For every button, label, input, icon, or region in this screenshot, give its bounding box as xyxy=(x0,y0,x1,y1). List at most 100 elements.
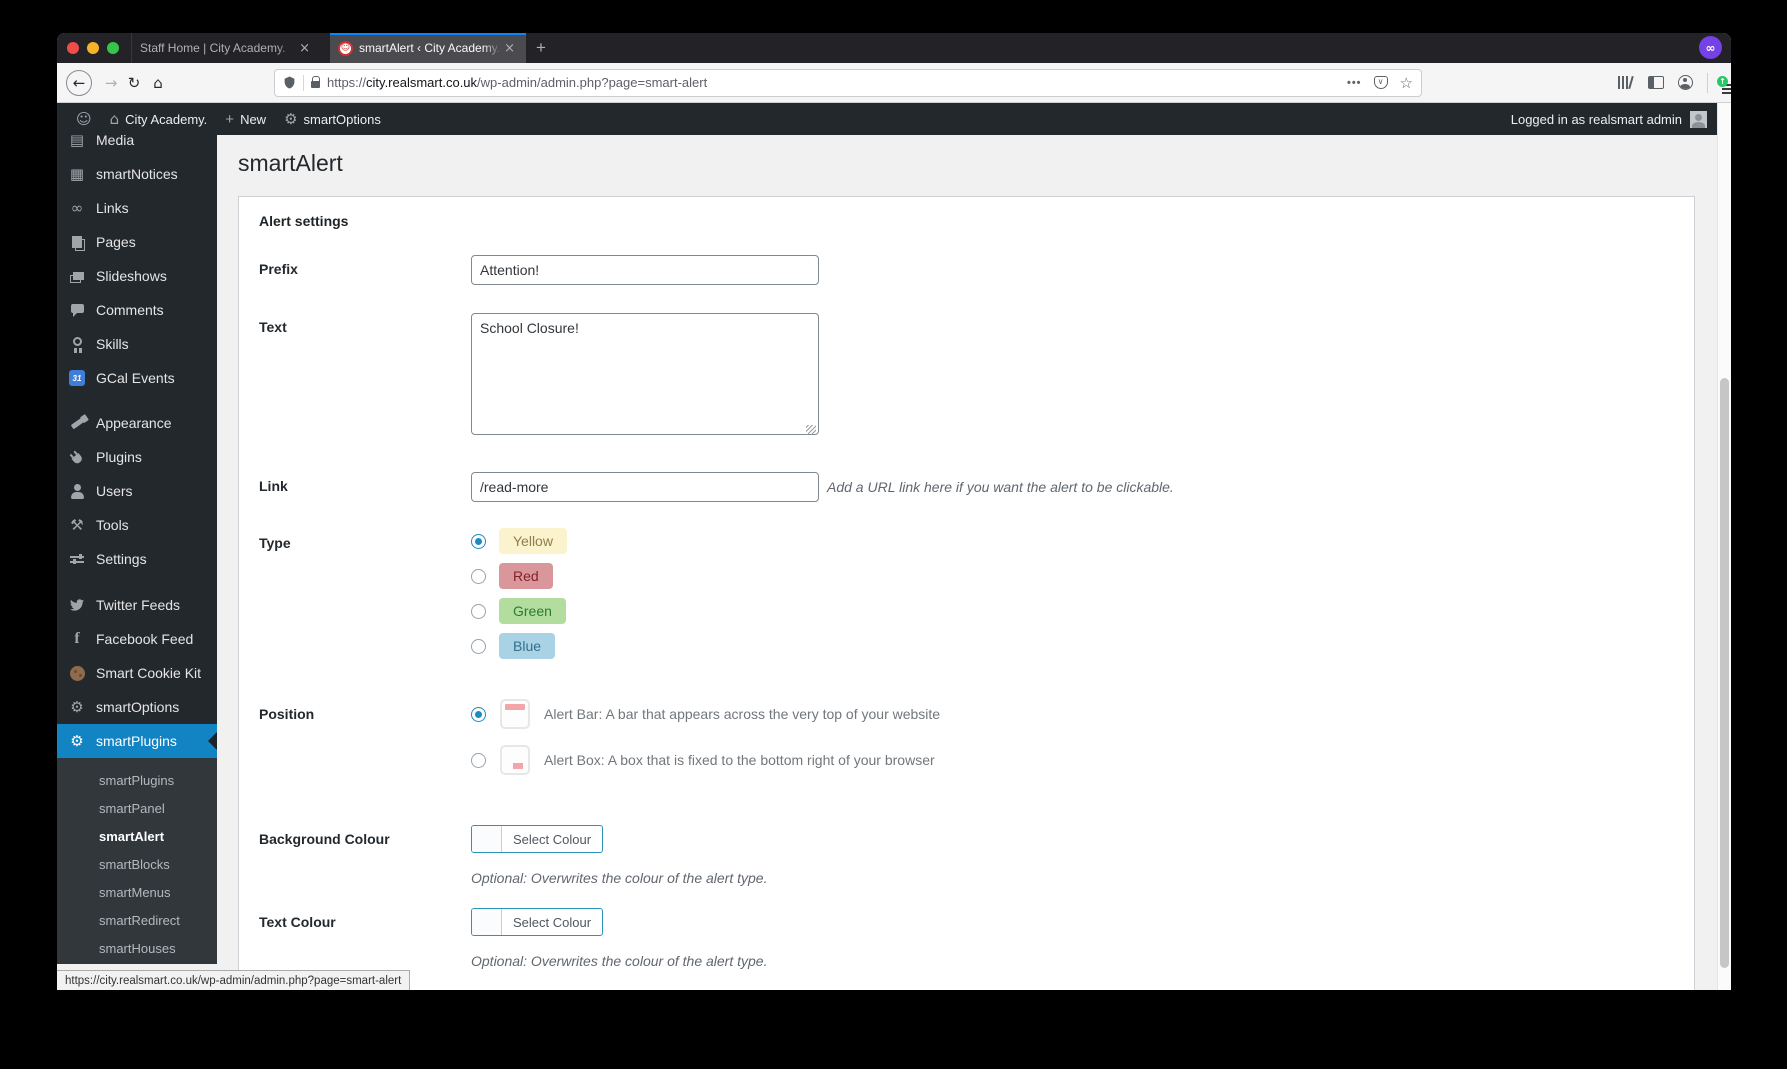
realsmart-favicon-icon: ☺ xyxy=(338,40,353,56)
sidebar-item-twitter-feeds[interactable]: Twitter Feeds xyxy=(57,588,217,622)
section-title: Alert settings xyxy=(259,213,349,229)
menu-separator xyxy=(57,576,217,588)
bookmark-star-icon[interactable]: ☆ xyxy=(1400,74,1413,92)
pages-icon xyxy=(67,232,87,252)
smartoptions-menu[interactable]: ⚙ smartOptions xyxy=(275,103,390,135)
type-badge-green[interactable]: Green xyxy=(499,598,566,624)
sidebar-item-smartplugins[interactable]: ⚙ smartPlugins xyxy=(57,724,217,758)
close-icon[interactable]: × xyxy=(296,41,313,56)
gear-icon: ⚙ xyxy=(284,110,298,128)
sidebar-item-smart-cookie-kit[interactable]: Smart Cookie Kit xyxy=(57,656,217,690)
sidebar-item-smartoptions[interactable]: ⚙ smartOptions xyxy=(57,690,217,724)
sidebar-item-plugins[interactable]: Plugins xyxy=(57,440,217,474)
tab-staff-home[interactable]: Staff Home | City Academy. × xyxy=(131,33,321,63)
alert-box-icon[interactable] xyxy=(500,745,530,775)
sidebar-item-appearance[interactable]: Appearance xyxy=(57,406,217,440)
radio-blue[interactable] xyxy=(471,638,486,654)
link-help-text: Add a URL link here if you want the aler… xyxy=(827,479,1174,495)
wp-admin-bar: ☺ ⌂ City Academy. + New ⚙ smartOptions L… xyxy=(57,103,1717,135)
link-input[interactable] xyxy=(471,472,819,502)
submenu-item-smartblocks[interactable]: smartBlocks xyxy=(57,850,217,878)
site-name-menu[interactable]: ⌂ City Academy. xyxy=(101,103,217,135)
grid-icon: ▦ xyxy=(69,165,85,183)
radio-alert-box[interactable] xyxy=(471,752,486,768)
twitter-bird-icon xyxy=(67,595,87,615)
home-button[interactable]: ⌂ xyxy=(146,74,170,92)
scrollbar[interactable] xyxy=(1717,103,1731,990)
plus-icon: + xyxy=(225,110,235,128)
pocket-icon[interactable]: ∨ xyxy=(1373,76,1388,89)
background-colour-row: Background Colour Select Colour Optional… xyxy=(259,825,1674,886)
sidebar-item-facebook-feed[interactable]: f Facebook Feed xyxy=(57,622,217,656)
cookie-icon xyxy=(67,663,87,683)
background-colour-label: Background Colour xyxy=(259,831,390,847)
radio-red[interactable] xyxy=(471,568,486,584)
wp-admin-sidebar: ▤ Media ▦ smartNotices ∞ Links Pages Slides… xyxy=(57,135,217,964)
text-colour-row: Text Colour Select Colour Optional: Over… xyxy=(259,908,1674,969)
sidebar-item-media[interactable]: ▤ Media xyxy=(57,135,217,157)
home-icon: ⌂ xyxy=(109,110,120,128)
scrollbar-thumb[interactable] xyxy=(1720,378,1729,968)
text-colour-select-button[interactable]: Select Colour xyxy=(471,908,604,936)
account-icon[interactable] xyxy=(1678,75,1693,90)
minimize-window-button[interactable] xyxy=(87,42,99,54)
plug-icon xyxy=(67,447,87,467)
radio-green[interactable] xyxy=(471,603,486,619)
type-badge-red[interactable]: Red xyxy=(499,563,553,589)
type-badge-blue[interactable]: Blue xyxy=(499,633,556,659)
sidebar-item-links[interactable]: ∞ Links xyxy=(57,191,217,225)
slideshow-icon xyxy=(67,266,87,286)
background-colour-select-button[interactable]: Select Colour xyxy=(471,825,604,853)
tracking-protection-shield-icon[interactable] xyxy=(283,75,296,90)
back-button[interactable]: ← xyxy=(66,69,92,96)
new-tab-button[interactable]: + xyxy=(526,33,556,63)
text-textarea[interactable] xyxy=(471,313,819,435)
library-icon[interactable] xyxy=(1617,76,1634,89)
sidebar-item-settings[interactable]: Settings xyxy=(57,542,217,576)
prefix-input[interactable] xyxy=(471,255,819,285)
sidebar-item-skills[interactable]: Skills xyxy=(57,327,217,361)
page-body: ▤ Media ▦ smartNotices ∞ Links Pages Slides… xyxy=(57,135,1717,990)
close-window-button[interactable] xyxy=(67,42,79,54)
close-icon[interactable]: × xyxy=(501,41,518,56)
type-option-green: Green xyxy=(471,598,567,624)
submenu-item-smartalert[interactable]: smartAlert xyxy=(57,822,217,850)
submenu-item-smartpanel[interactable]: smartPanel xyxy=(57,794,217,822)
tab-bar: Staff Home | City Academy. × ☺ smartAler… xyxy=(57,33,1731,63)
resize-grip-icon[interactable] xyxy=(806,425,816,435)
sidebar-item-slideshows[interactable]: Slideshows xyxy=(57,259,217,293)
submenu-item-smartredirect[interactable]: smartRedirect xyxy=(57,906,217,934)
type-badge-yellow[interactable]: Yellow xyxy=(499,528,567,554)
current-menu-arrow xyxy=(208,732,217,750)
sidebar-item-comments[interactable]: Comments xyxy=(57,293,217,327)
radio-alert-bar[interactable] xyxy=(471,706,486,722)
alert-bar-icon[interactable] xyxy=(500,699,530,729)
menu-separator xyxy=(57,395,217,406)
alert-box-description: Alert Box: A box that is fixed to the bo… xyxy=(544,752,935,768)
update-available-badge: ↑ xyxy=(1717,75,1728,87)
containers-mask-badge-icon[interactable]: ∞ xyxy=(1699,36,1722,59)
new-content-menu[interactable]: + New xyxy=(216,103,275,135)
link-row: Link Add a URL link here if you want the… xyxy=(259,472,1674,502)
sidebar-toggle-icon[interactable] xyxy=(1648,76,1664,89)
sidebar-item-smartnotices[interactable]: ▦ smartNotices xyxy=(57,157,217,191)
sidebar-item-users[interactable]: Users xyxy=(57,474,217,508)
radio-yellow[interactable] xyxy=(471,533,486,549)
tab-smartalert[interactable]: ☺ smartAlert ‹ City Academy. — W × xyxy=(330,33,526,63)
sidebar-item-pages[interactable]: Pages xyxy=(57,225,217,259)
reload-button[interactable]: ↻ xyxy=(122,74,146,92)
alert-settings-panel: Alert settings Prefix Text Link Add a UR… xyxy=(238,196,1695,990)
sidebar-item-gcal-events[interactable]: 31 GCal Events xyxy=(57,361,217,395)
logged-in-label[interactable]: Logged in as realsmart admin xyxy=(1511,112,1682,127)
forward-button[interactable]: → xyxy=(100,74,122,92)
submenu-item-smartmenus[interactable]: smartMenus xyxy=(57,878,217,906)
traffic-lights xyxy=(57,33,131,63)
page-actions-icon[interactable]: ••• xyxy=(1347,77,1362,89)
submenu-item-smarthouses[interactable]: smartHouses xyxy=(57,934,217,962)
chain-link-icon: ∞ xyxy=(70,199,84,217)
submenu-item-smartplugins[interactable]: smartPlugins xyxy=(57,766,217,794)
sidebar-item-tools[interactable]: ⚒ Tools xyxy=(57,508,217,542)
url-bar[interactable]: https://city.realsmart.co.uk/wp-admin/ad… xyxy=(274,68,1422,97)
zoom-window-button[interactable] xyxy=(107,42,119,54)
realsmart-logo-button[interactable]: ☺ xyxy=(67,103,101,135)
